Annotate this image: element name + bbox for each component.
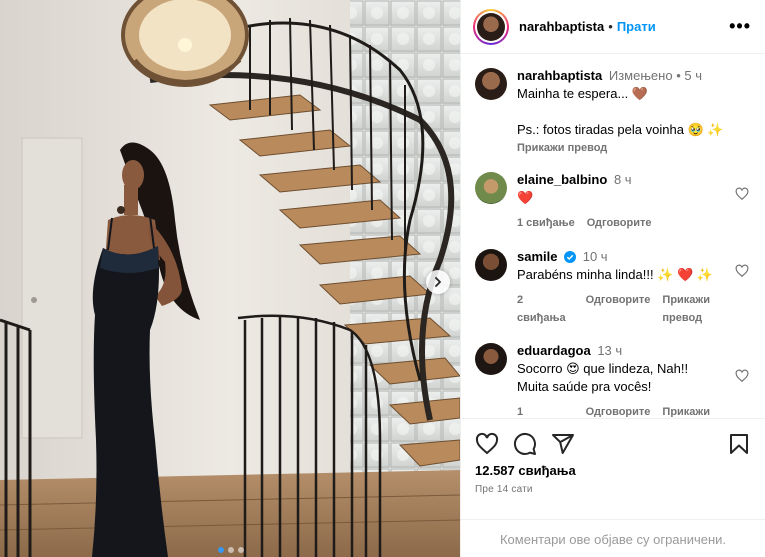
separator-dot: • [608, 19, 613, 34]
carousel-indicator [218, 547, 244, 553]
comment-username[interactable]: eduardagoa [517, 343, 591, 358]
comment-text-line-2: Muita saúde pra vocês! [517, 379, 652, 394]
verified-badge-icon [564, 251, 577, 263]
post-sidebar: narahbaptista • Прати ••• narahbaptista … [460, 0, 765, 557]
caption-username[interactable]: narahbaptista [517, 68, 602, 83]
comment-time: 10 ч [582, 249, 608, 264]
photo-scene [0, 0, 460, 557]
heart-icon[interactable] [735, 369, 749, 383]
follow-button[interactable]: Прати [617, 19, 656, 34]
more-options-button[interactable]: ••• [729, 16, 751, 37]
post-dialog: narahbaptista • Прати ••• narahbaptista … [0, 0, 765, 557]
comments-restricted-notice: Коментари ове објаве су ограничени. [461, 519, 765, 557]
comment-icon[interactable] [513, 432, 537, 456]
post-time[interactable]: Пре 14 сати [461, 484, 765, 495]
comment-item: elaine_balbino 8 ч ❤️ 1 свиђање Одговори… [475, 171, 751, 232]
carousel-dot [238, 547, 244, 553]
comment-text: ❤️ [517, 190, 534, 205]
edited-label: Измењено [608, 68, 673, 83]
comments-list[interactable]: narahbaptista Измењено • 5 ч Mainha te e… [461, 55, 765, 417]
comment-item: eduardagoa 13 ч Socorro 😍 que lindeza, N… [475, 342, 751, 417]
caption-line-2: Ps.: fotos tiradas pela voinha 🥹 ✨ [517, 122, 724, 137]
reply-button[interactable]: Одговорите [586, 291, 651, 327]
comment-avatar[interactable] [475, 343, 507, 375]
caption-line-1: Mainha te espera... 🤎 [517, 86, 649, 101]
comment-time: 8 ч [613, 172, 632, 187]
post-footer: 12.587 свиђања Пре 14 сати Коментари ове… [461, 418, 765, 547]
action-bar [461, 419, 765, 469]
translate-link[interactable]: Прикажи превод [662, 403, 751, 417]
chevron-right-icon [435, 277, 441, 287]
heart-icon[interactable] [735, 187, 749, 201]
heart-icon[interactable] [735, 264, 749, 278]
comment-likes[interactable]: 2 свиђања [517, 291, 574, 327]
post-photo[interactable] [0, 0, 460, 557]
author-avatar[interactable] [473, 8, 509, 45]
reply-button[interactable]: Одговорите [586, 403, 651, 417]
caption: narahbaptista Измењено • 5 ч Mainha te e… [475, 67, 751, 157]
separator-dot: • [676, 68, 681, 83]
comment-item: samile 10 ч Parabéns minha linda!!! ✨ ❤️… [475, 248, 751, 327]
author-username[interactable]: narahbaptista [519, 19, 604, 34]
next-photo-button[interactable] [426, 270, 450, 294]
likes-count[interactable]: 12.587 свиђања [461, 463, 765, 478]
carousel-dot [228, 547, 234, 553]
translate-link[interactable]: Прикажи превод [517, 139, 751, 157]
comment-avatar[interactable] [475, 172, 507, 204]
bookmark-icon[interactable] [727, 432, 751, 456]
heart-icon[interactable] [475, 432, 499, 456]
share-icon[interactable] [551, 432, 575, 456]
comment-username[interactable]: samile [517, 249, 557, 264]
caption-time: 5 ч [684, 68, 702, 83]
comment-text-line-1: Socorro 😍 que lindeza, Nah!! [517, 361, 689, 376]
comment-text: Parabéns minha linda!!! ✨ ❤️ ✨ [517, 267, 713, 282]
comment-likes[interactable]: 1 свиђање [517, 214, 575, 232]
comment-username[interactable]: elaine_balbino [517, 172, 607, 187]
caption-avatar[interactable] [475, 68, 507, 100]
reply-button[interactable]: Одговорите [587, 214, 652, 232]
translate-link[interactable]: Прикажи превод [662, 291, 751, 327]
post-header: narahbaptista • Прати ••• [461, 0, 765, 54]
comment-avatar[interactable] [475, 249, 507, 281]
comment-time: 13 ч [597, 343, 623, 358]
carousel-dot [218, 547, 224, 553]
comment-likes[interactable]: 1 свиђање [517, 403, 574, 417]
